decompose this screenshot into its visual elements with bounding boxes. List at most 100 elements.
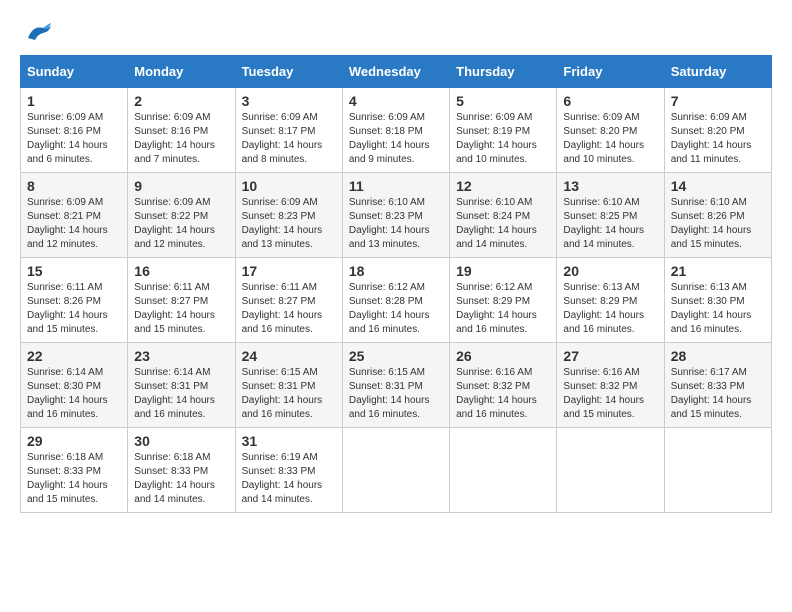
col-header-saturday: Saturday <box>664 56 771 88</box>
day-number: 13 <box>563 178 657 194</box>
day-info: Sunrise: 6:11 AM Sunset: 8:27 PM Dayligh… <box>242 281 336 337</box>
calendar-cell: 15 Sunrise: 6:11 AM Sunset: 8:26 PM Dayl… <box>21 258 128 343</box>
col-header-sunday: Sunday <box>21 56 128 88</box>
day-info: Sunrise: 6:12 AM Sunset: 8:28 PM Dayligh… <box>349 281 443 337</box>
day-info: Sunrise: 6:11 AM Sunset: 8:26 PM Dayligh… <box>27 281 121 337</box>
calendar-cell: 11 Sunrise: 6:10 AM Sunset: 8:23 PM Dayl… <box>342 173 449 258</box>
day-number: 24 <box>242 348 336 364</box>
day-info: Sunrise: 6:12 AM Sunset: 8:29 PM Dayligh… <box>456 281 550 337</box>
calendar-cell: 17 Sunrise: 6:11 AM Sunset: 8:27 PM Dayl… <box>235 258 342 343</box>
day-info: Sunrise: 6:15 AM Sunset: 8:31 PM Dayligh… <box>349 366 443 422</box>
day-number: 26 <box>456 348 550 364</box>
day-number: 9 <box>134 178 228 194</box>
calendar-week-2: 8 Sunrise: 6:09 AM Sunset: 8:21 PM Dayli… <box>21 173 772 258</box>
logo-bird-icon <box>23 20 53 45</box>
day-number: 19 <box>456 263 550 279</box>
day-info: Sunrise: 6:09 AM Sunset: 8:20 PM Dayligh… <box>671 111 765 167</box>
day-info: Sunrise: 6:09 AM Sunset: 8:23 PM Dayligh… <box>242 196 336 252</box>
day-info: Sunrise: 6:09 AM Sunset: 8:19 PM Dayligh… <box>456 111 550 167</box>
day-info: Sunrise: 6:09 AM Sunset: 8:16 PM Dayligh… <box>27 111 121 167</box>
calendar-cell: 12 Sunrise: 6:10 AM Sunset: 8:24 PM Dayl… <box>450 173 557 258</box>
day-info: Sunrise: 6:16 AM Sunset: 8:32 PM Dayligh… <box>456 366 550 422</box>
calendar-cell <box>557 428 664 513</box>
calendar-cell: 14 Sunrise: 6:10 AM Sunset: 8:26 PM Dayl… <box>664 173 771 258</box>
calendar-cell: 26 Sunrise: 6:16 AM Sunset: 8:32 PM Dayl… <box>450 343 557 428</box>
day-number: 10 <box>242 178 336 194</box>
calendar-cell: 2 Sunrise: 6:09 AM Sunset: 8:16 PM Dayli… <box>128 88 235 173</box>
calendar-week-5: 29 Sunrise: 6:18 AM Sunset: 8:33 PM Dayl… <box>21 428 772 513</box>
calendar-week-4: 22 Sunrise: 6:14 AM Sunset: 8:30 PM Dayl… <box>21 343 772 428</box>
day-number: 1 <box>27 93 121 109</box>
day-number: 21 <box>671 263 765 279</box>
calendar-cell: 3 Sunrise: 6:09 AM Sunset: 8:17 PM Dayli… <box>235 88 342 173</box>
calendar-cell: 27 Sunrise: 6:16 AM Sunset: 8:32 PM Dayl… <box>557 343 664 428</box>
calendar-week-3: 15 Sunrise: 6:11 AM Sunset: 8:26 PM Dayl… <box>21 258 772 343</box>
day-number: 16 <box>134 263 228 279</box>
calendar-cell: 10 Sunrise: 6:09 AM Sunset: 8:23 PM Dayl… <box>235 173 342 258</box>
day-number: 28 <box>671 348 765 364</box>
day-number: 29 <box>27 433 121 449</box>
day-number: 31 <box>242 433 336 449</box>
day-info: Sunrise: 6:14 AM Sunset: 8:30 PM Dayligh… <box>27 366 121 422</box>
calendar-cell: 7 Sunrise: 6:09 AM Sunset: 8:20 PM Dayli… <box>664 88 771 173</box>
calendar-cell: 28 Sunrise: 6:17 AM Sunset: 8:33 PM Dayl… <box>664 343 771 428</box>
day-number: 25 <box>349 348 443 364</box>
header-row: SundayMondayTuesdayWednesdayThursdayFrid… <box>21 56 772 88</box>
calendar-cell: 9 Sunrise: 6:09 AM Sunset: 8:22 PM Dayli… <box>128 173 235 258</box>
calendar-cell: 16 Sunrise: 6:11 AM Sunset: 8:27 PM Dayl… <box>128 258 235 343</box>
day-number: 30 <box>134 433 228 449</box>
col-header-monday: Monday <box>128 56 235 88</box>
calendar-cell: 25 Sunrise: 6:15 AM Sunset: 8:31 PM Dayl… <box>342 343 449 428</box>
calendar-cell: 13 Sunrise: 6:10 AM Sunset: 8:25 PM Dayl… <box>557 173 664 258</box>
calendar-cell: 19 Sunrise: 6:12 AM Sunset: 8:29 PM Dayl… <box>450 258 557 343</box>
calendar-table: SundayMondayTuesdayWednesdayThursdayFrid… <box>20 55 772 513</box>
calendar-cell: 31 Sunrise: 6:19 AM Sunset: 8:33 PM Dayl… <box>235 428 342 513</box>
calendar-cell: 29 Sunrise: 6:18 AM Sunset: 8:33 PM Dayl… <box>21 428 128 513</box>
day-info: Sunrise: 6:15 AM Sunset: 8:31 PM Dayligh… <box>242 366 336 422</box>
day-number: 27 <box>563 348 657 364</box>
calendar-cell: 4 Sunrise: 6:09 AM Sunset: 8:18 PM Dayli… <box>342 88 449 173</box>
day-number: 4 <box>349 93 443 109</box>
day-info: Sunrise: 6:10 AM Sunset: 8:26 PM Dayligh… <box>671 196 765 252</box>
day-number: 18 <box>349 263 443 279</box>
day-info: Sunrise: 6:16 AM Sunset: 8:32 PM Dayligh… <box>563 366 657 422</box>
calendar-cell: 5 Sunrise: 6:09 AM Sunset: 8:19 PM Dayli… <box>450 88 557 173</box>
day-info: Sunrise: 6:14 AM Sunset: 8:31 PM Dayligh… <box>134 366 228 422</box>
calendar-cell: 30 Sunrise: 6:18 AM Sunset: 8:33 PM Dayl… <box>128 428 235 513</box>
day-number: 17 <box>242 263 336 279</box>
day-info: Sunrise: 6:10 AM Sunset: 8:25 PM Dayligh… <box>563 196 657 252</box>
calendar-cell: 23 Sunrise: 6:14 AM Sunset: 8:31 PM Dayl… <box>128 343 235 428</box>
day-info: Sunrise: 6:18 AM Sunset: 8:33 PM Dayligh… <box>134 451 228 507</box>
day-number: 20 <box>563 263 657 279</box>
day-info: Sunrise: 6:09 AM Sunset: 8:18 PM Dayligh… <box>349 111 443 167</box>
day-number: 7 <box>671 93 765 109</box>
day-number: 23 <box>134 348 228 364</box>
calendar-cell: 24 Sunrise: 6:15 AM Sunset: 8:31 PM Dayl… <box>235 343 342 428</box>
calendar-cell <box>342 428 449 513</box>
col-header-tuesday: Tuesday <box>235 56 342 88</box>
calendar-cell: 22 Sunrise: 6:14 AM Sunset: 8:30 PM Dayl… <box>21 343 128 428</box>
day-info: Sunrise: 6:18 AM Sunset: 8:33 PM Dayligh… <box>27 451 121 507</box>
day-number: 2 <box>134 93 228 109</box>
day-info: Sunrise: 6:10 AM Sunset: 8:24 PM Dayligh… <box>456 196 550 252</box>
day-info: Sunrise: 6:13 AM Sunset: 8:30 PM Dayligh… <box>671 281 765 337</box>
day-info: Sunrise: 6:11 AM Sunset: 8:27 PM Dayligh… <box>134 281 228 337</box>
day-info: Sunrise: 6:09 AM Sunset: 8:17 PM Dayligh… <box>242 111 336 167</box>
day-info: Sunrise: 6:17 AM Sunset: 8:33 PM Dayligh… <box>671 366 765 422</box>
day-info: Sunrise: 6:09 AM Sunset: 8:20 PM Dayligh… <box>563 111 657 167</box>
calendar-cell: 20 Sunrise: 6:13 AM Sunset: 8:29 PM Dayl… <box>557 258 664 343</box>
day-info: Sunrise: 6:09 AM Sunset: 8:22 PM Dayligh… <box>134 196 228 252</box>
calendar-cell: 18 Sunrise: 6:12 AM Sunset: 8:28 PM Dayl… <box>342 258 449 343</box>
day-info: Sunrise: 6:13 AM Sunset: 8:29 PM Dayligh… <box>563 281 657 337</box>
day-info: Sunrise: 6:09 AM Sunset: 8:21 PM Dayligh… <box>27 196 121 252</box>
calendar-cell <box>664 428 771 513</box>
logo <box>20 20 53 45</box>
calendar-week-1: 1 Sunrise: 6:09 AM Sunset: 8:16 PM Dayli… <box>21 88 772 173</box>
calendar-cell: 21 Sunrise: 6:13 AM Sunset: 8:30 PM Dayl… <box>664 258 771 343</box>
day-number: 22 <box>27 348 121 364</box>
day-info: Sunrise: 6:09 AM Sunset: 8:16 PM Dayligh… <box>134 111 228 167</box>
calendar-cell: 6 Sunrise: 6:09 AM Sunset: 8:20 PM Dayli… <box>557 88 664 173</box>
day-number: 8 <box>27 178 121 194</box>
day-info: Sunrise: 6:10 AM Sunset: 8:23 PM Dayligh… <box>349 196 443 252</box>
calendar-cell: 1 Sunrise: 6:09 AM Sunset: 8:16 PM Dayli… <box>21 88 128 173</box>
